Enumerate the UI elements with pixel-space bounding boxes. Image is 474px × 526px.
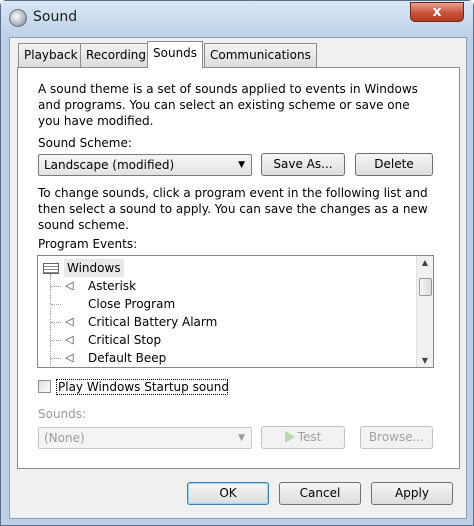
sounds-select[interactable]: (None) ▼ <box>38 427 252 449</box>
tab-recording[interactable]: Recording <box>80 43 153 67</box>
scroll-thumb[interactable] <box>419 278 432 296</box>
test-button-label: Test <box>297 430 322 444</box>
event-label: Asterisk <box>88 279 137 293</box>
events-scrollbar[interactable]: ▲ ▼ <box>416 256 433 367</box>
scroll-down-arrow-icon[interactable]: ▼ <box>419 356 431 365</box>
event-label: Critical Stop <box>88 333 162 347</box>
browse-button[interactable]: Browse... <box>360 426 433 449</box>
program-events-label: Program Events: <box>38 237 138 251</box>
group-label: Windows <box>64 259 124 277</box>
list-item[interactable]: ◁ Critical Battery Alarm <box>38 313 418 331</box>
list-item[interactable]: ◁ Asterisk <box>38 277 418 295</box>
tab-sounds[interactable]: Sounds <box>147 41 204 68</box>
window-title: Sound <box>33 9 78 25</box>
tab-communications[interactable]: Communications <box>204 43 317 67</box>
event-label: Close Program <box>88 297 176 311</box>
delete-button[interactable]: Delete <box>355 153 433 176</box>
close-button[interactable]: x <box>410 2 464 22</box>
tab-playback[interactable]: Playback <box>18 43 84 67</box>
list-group-windows[interactable]: Windows <box>38 259 418 277</box>
sound-app-icon <box>9 9 27 27</box>
cancel-button[interactable]: Cancel <box>279 482 361 505</box>
apply-button[interactable]: Apply <box>371 482 453 505</box>
test-button[interactable]: Test <box>261 426 345 449</box>
program-events-list[interactable]: Windows ◁ Asterisk Close Program ◁ Criti… <box>37 255 434 368</box>
event-label: Critical Battery Alarm <box>88 315 218 329</box>
event-label: Default Beep <box>88 351 167 365</box>
change-sounds-text: To change sounds, click a program event … <box>38 186 428 232</box>
speaker-icon: ◁ <box>65 315 74 328</box>
chevron-down-icon: ▼ <box>238 160 245 170</box>
scheme-selected-value: Landscape (modified) <box>44 158 175 172</box>
list-item[interactable]: Close Program <box>38 295 418 313</box>
speaker-icon: ◁ <box>65 351 74 364</box>
chevron-down-icon: ▼ <box>238 433 245 443</box>
save-as-button[interactable]: Save As... <box>261 153 345 176</box>
title-bar: Sound x <box>1 1 473 37</box>
sounds-label: Sounds: <box>38 407 87 421</box>
intro-text: A sound theme is a set of sounds applied… <box>38 82 418 128</box>
sound-dialog: Sound x Playback Recording Sounds Commun… <box>0 0 474 526</box>
play-icon <box>284 431 295 443</box>
scheme-select[interactable]: Landscape (modified) ▼ <box>38 154 252 176</box>
sounds-selected-value: (None) <box>44 431 85 445</box>
startup-sound-label[interactable]: Play Windows Startup sound <box>58 379 229 395</box>
speaker-icon: ◁ <box>65 333 74 346</box>
ok-button[interactable]: OK <box>187 482 269 505</box>
list-item[interactable]: ◁ Critical Stop <box>38 331 418 349</box>
windows-group-icon <box>43 263 59 274</box>
speaker-icon: ◁ <box>65 279 74 292</box>
list-item[interactable]: ◁ Default Beep <box>38 349 418 367</box>
scheme-label: Sound Scheme: <box>38 136 132 150</box>
startup-sound-checkbox[interactable] <box>38 380 51 393</box>
scroll-up-arrow-icon[interactable]: ▲ <box>419 258 431 267</box>
